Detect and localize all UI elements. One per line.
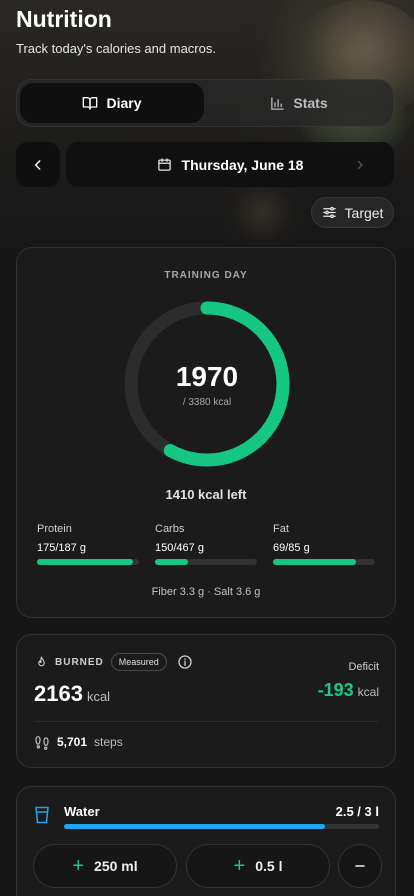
page-title: Nutrition [16,6,112,32]
next-day-button[interactable] [354,142,366,187]
calorie-summary-card: TRAINING DAY 1970 / 3380 kcal 1410 kcal … [16,247,396,618]
current-date: Thursday, June 18 [181,156,304,173]
tab-stats[interactable]: Stats [207,83,391,123]
macro-protein: Protein 175/187 g [37,523,139,565]
add-250ml-button[interactable]: + 250 ml [33,844,177,888]
macro-bar [37,559,139,565]
deficit-value-row: -193 kcal [318,680,379,701]
water-amount: 2.5 / 3 l [335,804,379,819]
calories-eaten: 1970 [175,360,239,392]
calendar-icon [157,158,171,171]
fiber-salt-summary: Fiber 3.3 g · Salt 3.6 g [151,586,261,598]
tab-diary-label: Diary [106,95,142,111]
measured-badge: Measured [110,653,167,671]
burned-label: BURNED [55,656,104,668]
water-progress-bar [64,824,379,829]
steps-value: 5,701 [57,735,88,749]
minus-icon [355,865,365,867]
view-switcher: Diary Stats [16,79,394,127]
deficit-label: Deficit [348,661,379,673]
divider [34,721,378,722]
chevron-right-icon [357,160,363,169]
bar-chart-icon [271,96,285,110]
macro-bar-fill [37,559,133,565]
macro-bar [273,559,375,565]
macro-value: 175/187 g [37,542,86,554]
water-card: Water 2.5 / 3 l + 250 ml + 0.5 l [16,786,396,896]
burned-card: BURNED Measured 2163 kcal Deficit -193 kca… [16,634,396,768]
date-selector[interactable]: Thursday, June 18 [66,142,394,187]
macro-fat: Fat 69/85 g [273,523,375,565]
burned-header: BURNED Measured [35,653,167,671]
page-subtitle: Track today's calories and macros. [16,41,216,56]
macro-bar [155,559,257,565]
steps-row: 5,701 steps [34,734,123,750]
remove-water-button[interactable] [338,844,382,888]
target-button[interactable]: Target [311,197,394,228]
burned-value-row: 2163 kcal [34,681,110,707]
burned-value: 2163 [34,681,83,706]
glass-icon [35,806,49,824]
calorie-goal: / 3380 kcal [182,396,232,408]
macro-carbs: Carbs 150/467 g [155,523,257,565]
chevron-left-icon [34,159,41,170]
previous-day-button[interactable] [16,142,60,187]
add-250ml-label: 250 ml [94,858,138,874]
steps-unit: steps [94,735,123,749]
deficit-unit: kcal [357,685,379,699]
water-title: Water [64,804,100,819]
water-progress-fill [64,824,326,829]
footprints-icon [35,736,49,750]
tab-stats-label: Stats [293,95,328,111]
flame-icon [38,656,45,666]
macro-bar-fill [273,559,356,565]
macro-bar-fill [155,559,188,565]
macro-value: 150/467 g [155,542,204,554]
info-icon[interactable] [177,654,193,670]
burned-unit: kcal [86,689,111,704]
macro-value: 69/85 g [273,542,310,554]
tab-diary[interactable]: Diary [20,83,204,123]
sliders-icon [322,206,336,219]
macro-name: Fat [273,523,289,535]
add-half-liter-label: 0.5 l [255,858,283,874]
ring-center: 1970 / 3380 kcal [123,300,291,468]
target-label: Target [344,204,384,221]
deficit-value: -193 [317,680,354,700]
macro-name: Carbs [155,523,185,535]
plus-icon: + [233,855,246,877]
macro-name: Protein [37,523,72,535]
plus-icon: + [72,855,85,877]
book-icon [83,97,98,110]
calories-left: 1410 kcal left [165,487,247,502]
add-half-liter-button[interactable]: + 0.5 l [186,844,330,888]
day-type-label: TRAINING DAY [164,270,248,281]
